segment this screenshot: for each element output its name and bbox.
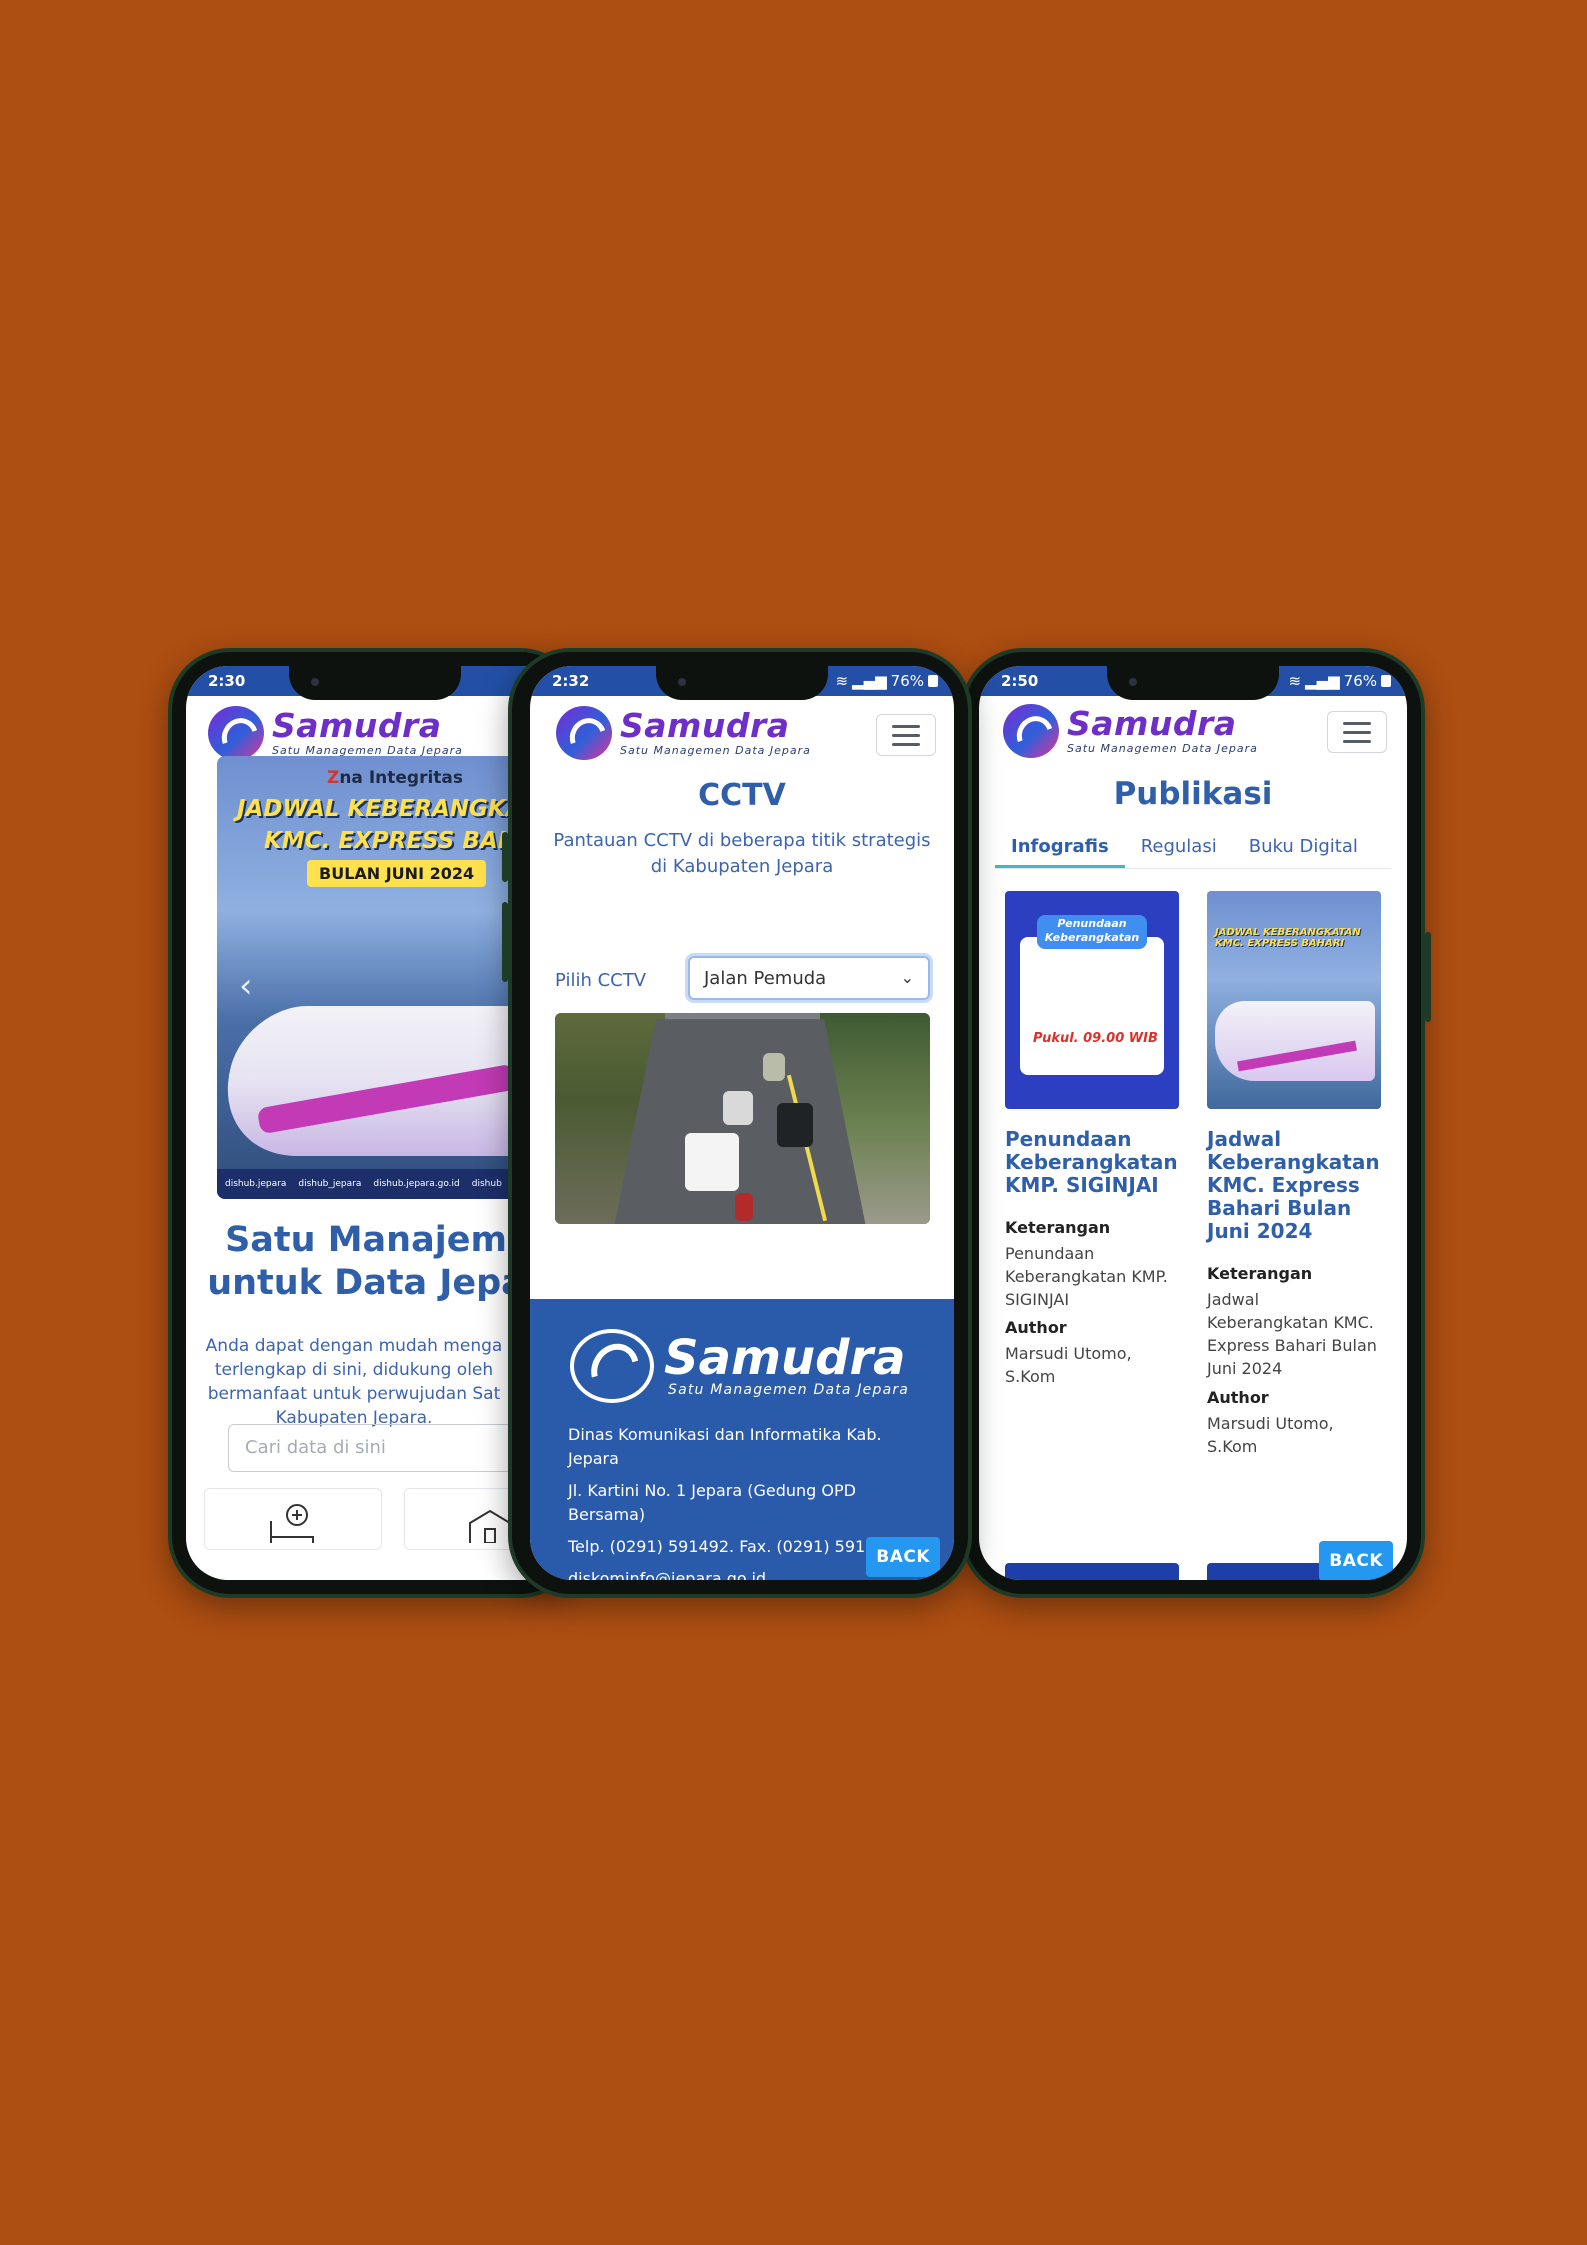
hero-title: Satu Manajem untuk Data Jepa: [207, 1220, 525, 1303]
samudra-logo-icon: [1003, 704, 1059, 758]
infografis-poster[interactable]: JADWAL KEBERANGKATAN KMC. EXPRESS BAHARI: [1207, 891, 1381, 1109]
banner-footer: dishub.jepara dishub_jepara dishub.jepar…: [217, 1169, 517, 1199]
battery-icon: [928, 675, 938, 687]
site-footer: Samudra Satu Managemen Data Jepara Dinas…: [530, 1299, 954, 1580]
cctv-video-feed[interactable]: [555, 1013, 930, 1224]
keterangan-text: Jadwal Keberangkatan KMC. Express Bahari…: [1207, 1290, 1377, 1378]
brand-name: Samudra: [272, 705, 442, 745]
page-subtitle: Pantauan CCTV di beberapa titik strategi…: [553, 830, 931, 877]
banner-handle: dishub.jepara: [225, 1179, 287, 1189]
cctv-select[interactable]: Jalan Pemuda ⌄: [688, 956, 930, 1000]
footer-address: Jl. Kartini No. 1 Jepara (Gedung OPD Ber…: [568, 1481, 856, 1524]
banner-headline-2: KMC. EXPRESS BAHA: [264, 828, 517, 854]
brand-tagline: Satu Managemen Data Jepara: [1067, 741, 1258, 755]
car: [763, 1053, 785, 1081]
phone-publikasi: 2:50 ≋ ▂▄▆ 76% Samudra Satu Managemen Da…: [961, 648, 1431, 1598]
keterangan-label: Keterangan: [1005, 1218, 1111, 1237]
status-time: 2:32: [552, 672, 590, 690]
back-button[interactable]: BACK: [866, 1537, 940, 1577]
signal-icon: ▂▄▆: [1305, 672, 1340, 690]
samudra-logo[interactable]: Samudra Satu Managemen Data Jepara: [1003, 704, 1258, 758]
tab-regulasi[interactable]: Regulasi: [1125, 828, 1233, 868]
samudra-logo[interactable]: Samudra Satu Managemen Data Jepara: [208, 706, 463, 760]
poster-card: [1020, 937, 1164, 1075]
infografis-thumbnail[interactable]: [1005, 1563, 1179, 1580]
status-time: 2:30: [208, 672, 246, 690]
category-tile-health[interactable]: [204, 1488, 382, 1550]
phone-cctv: 2:32 ≋ ▂▄▆ 76% Samudra Satu Managemen Da…: [502, 648, 972, 1598]
footer-brand-name: Samudra: [664, 1330, 906, 1386]
signal-icon: ▂▄▆: [852, 672, 887, 690]
brand-name: Samudra: [620, 705, 790, 745]
tab-infografis[interactable]: Infografis: [995, 828, 1125, 868]
author-label: Author: [1005, 1318, 1067, 1337]
tab-buku-digital[interactable]: Buku Digital: [1233, 828, 1374, 868]
zona-integritas-logo: Zna Integritas: [327, 768, 464, 788]
wifi-icon: ≋: [835, 672, 849, 690]
battery-icon: [1381, 675, 1391, 687]
battery-percent: 76%: [1343, 672, 1377, 690]
poster-heading: Penundaan Keberangkatan: [1037, 915, 1147, 949]
cctv-select-value: Jalan Pemuda: [704, 967, 827, 989]
brand-name: Samudra: [1067, 703, 1237, 743]
banner-handle: dishub: [471, 1179, 502, 1189]
cctv-screen: 2:32 ≋ ▂▄▆ 76% Samudra Satu Managemen Da…: [530, 666, 954, 1580]
hospital-bed-icon: [270, 1504, 314, 1543]
menu-toggle-button[interactable]: [876, 714, 936, 756]
car: [723, 1091, 753, 1125]
keterangan-label: Keterangan: [1207, 1264, 1313, 1283]
brand-tagline: Satu Managemen Data Jepara: [272, 743, 463, 757]
samudra-logo-icon: [570, 1329, 654, 1403]
samudra-logo-icon: [208, 706, 264, 760]
back-button[interactable]: BACK: [1319, 1541, 1393, 1580]
samudra-logo[interactable]: Samudra Satu Managemen Data Jepara: [556, 706, 811, 760]
poster-time: Pukul. 09.00 WIB: [1033, 1031, 1158, 1046]
banner-handle: dishub_jepara: [298, 1179, 362, 1189]
footer-contact: Dinas Komunikasi dan Informatika Kab. Je…: [568, 1423, 898, 1580]
menu-toggle-button[interactable]: [1327, 711, 1387, 753]
infografis-title[interactable]: Jadwal Keberangkatan KMC. Express Bahari…: [1207, 1128, 1380, 1243]
notch: [656, 666, 828, 700]
author-text: Marsudi Utomo, S.Kom: [1207, 1414, 1334, 1456]
wifi-icon: ≋: [1288, 672, 1302, 690]
banner-handle: dishub.jepara.go.id: [373, 1179, 460, 1189]
author-label: Author: [1207, 1388, 1269, 1407]
carousel-prev-icon[interactable]: ‹: [239, 966, 253, 1006]
hero-description: Anda dapat dengan mudah menga terlengkap…: [205, 1336, 503, 1428]
search-input[interactable]: [229, 1425, 541, 1470]
notch: [1107, 666, 1279, 700]
cctv-select-label: Pilih CCTV: [555, 970, 647, 991]
notch: [289, 666, 461, 700]
publikasi-screen: 2:50 ≋ ▂▄▆ 76% Samudra Satu Managemen Da…: [979, 666, 1407, 1580]
footer-org: Dinas Komunikasi dan Informatika Kab. Je…: [568, 1425, 882, 1468]
car: [777, 1103, 813, 1147]
hero-carousel[interactable]: Zna Integritas JADWAL KEBERANGKA KMC. EX…: [217, 756, 517, 1199]
car: [685, 1133, 739, 1191]
keterangan-text: Penundaan Keberangkatan KMP. SIGINJAI: [1005, 1244, 1168, 1309]
banner-headline-1: JADWAL KEBERANGKA: [237, 796, 517, 822]
status-icons: ≋ ▂▄▆ 76%: [1288, 672, 1391, 690]
infografis-poster[interactable]: Penundaan Keberangkatan Pukul. 09.00 WIB: [1005, 891, 1179, 1109]
poster-heading: JADWAL KEBERANGKATAN KMC. EXPRESS BAHARI: [1215, 927, 1361, 949]
page-title: CCTV: [698, 778, 786, 813]
infografis-title[interactable]: Penundaan Keberangkatan KMP. SIGINJAI: [1005, 1128, 1185, 1197]
footer-phone: Telp. (0291) 591492. Fax. (0291) 591037: [568, 1537, 896, 1556]
publikasi-tabs: Infografis Regulasi Buku Digital: [995, 828, 1391, 869]
author-text: Marsudi Utomo, S.Kom: [1005, 1344, 1132, 1386]
status-icons: ≋ ▂▄▆ 76%: [835, 672, 938, 690]
page-title: Publikasi: [1113, 776, 1273, 812]
footer-email[interactable]: diskominfo@jepara.go.id: [568, 1567, 898, 1580]
chevron-down-icon: ⌄: [900, 968, 914, 987]
car: [735, 1193, 753, 1221]
footer-brand-tagline: Satu Managemen Data Jepara: [668, 1382, 910, 1398]
battery-percent: 76%: [890, 672, 924, 690]
footer-logo[interactable]: Samudra Satu Managemen Data Jepara: [570, 1329, 909, 1403]
brand-tagline: Satu Managemen Data Jepara: [620, 743, 811, 757]
banner-month-badge: BULAN JUNI 2024: [307, 860, 487, 887]
status-time: 2:50: [1001, 672, 1039, 690]
samudra-logo-icon: [556, 706, 612, 760]
